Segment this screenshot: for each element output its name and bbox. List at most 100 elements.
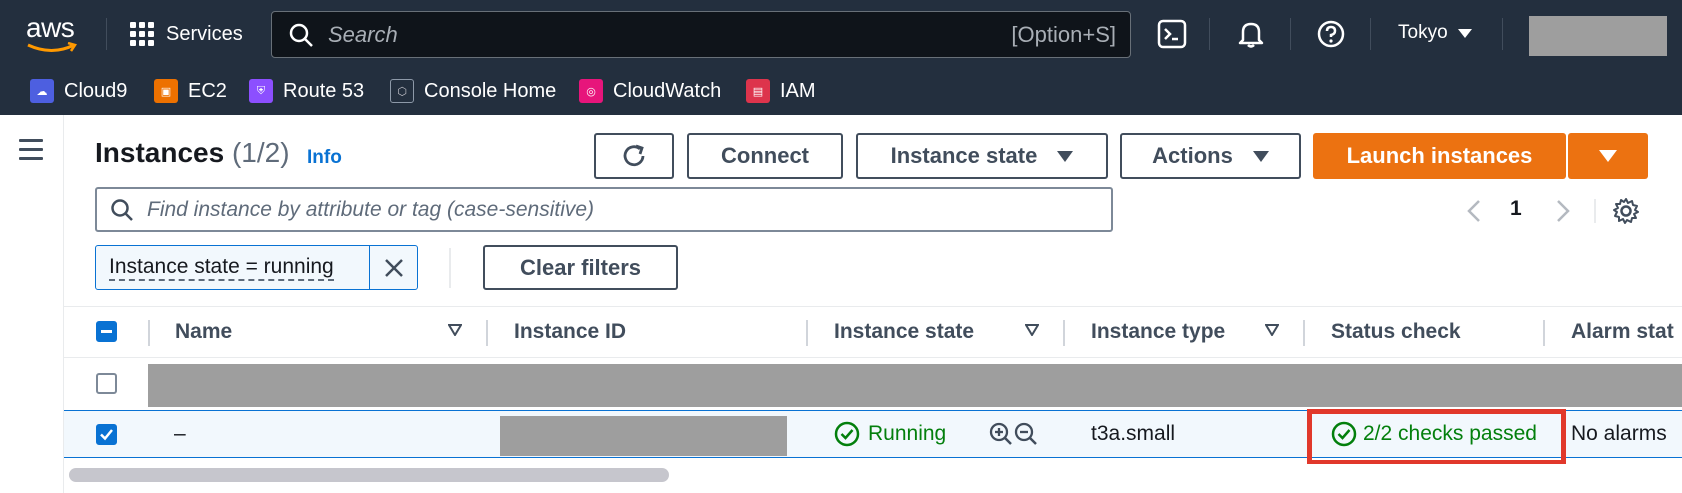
region-selector[interactable]: Tokyo	[1398, 22, 1472, 44]
redacted-table-row[interactable]	[148, 364, 1682, 407]
refresh-icon	[623, 144, 645, 167]
clear-filters-button[interactable]: Clear filters	[483, 245, 678, 290]
filter-placeholder: Find instance by attribute or tag (case-…	[147, 197, 595, 221]
services-menu-button[interactable]: Services	[130, 18, 243, 50]
launch-options-dropdown[interactable]	[1568, 133, 1648, 179]
sort-icon[interactable]	[1025, 324, 1039, 336]
caret-down-icon	[1057, 150, 1074, 162]
favorite-cloudwatch[interactable]: ◎ CloudWatch	[579, 78, 721, 104]
page-title-text: Instances	[95, 137, 225, 168]
zoom-in-icon[interactable]	[988, 421, 1014, 447]
clear-filters-label: Clear filters	[519, 254, 642, 280]
current-page-number[interactable]: 1	[1510, 197, 1522, 221]
favorite-route53[interactable]: ⛨ Route 53	[249, 78, 364, 104]
instance-filter-input[interactable]: Find instance by attribute or tag (case-…	[95, 187, 1113, 232]
remove-filter-button[interactable]	[369, 246, 417, 289]
cell-instance-id-redacted[interactable]	[500, 416, 787, 456]
page-title: Instances (1/2)	[95, 137, 290, 169]
horizontal-scrollbar-thumb[interactable]	[69, 468, 669, 482]
column-divider[interactable]	[486, 320, 488, 346]
column-divider[interactable]	[1063, 320, 1065, 346]
sort-icon[interactable]	[448, 324, 462, 336]
column-header-alarm-status[interactable]: Alarm stat	[1571, 320, 1674, 344]
caret-down-icon	[1599, 150, 1617, 162]
favorite-label: Route 53	[283, 79, 365, 102]
column-divider[interactable]	[1543, 320, 1545, 346]
column-header-name[interactable]: Name	[175, 320, 232, 344]
column-header-instance-type[interactable]: Instance type	[1091, 320, 1225, 344]
caret-down-icon	[1457, 28, 1472, 38]
instance-state-label: Instance state	[890, 143, 1038, 168]
launch-instances-label: Launch instances	[1346, 143, 1533, 168]
success-check-icon	[834, 421, 860, 447]
sort-icon[interactable]	[1265, 324, 1279, 336]
services-grid-icon	[130, 22, 154, 46]
column-header-status-check[interactable]: Status check	[1331, 320, 1461, 344]
iam-icon: ▤	[746, 79, 770, 103]
help-icon[interactable]	[1316, 19, 1346, 49]
column-divider[interactable]	[1303, 320, 1305, 346]
actions-dropdown[interactable]: Actions	[1120, 133, 1301, 179]
pager-divider	[1594, 199, 1596, 223]
favorite-label: IAM	[780, 79, 816, 102]
notifications-bell-icon[interactable]	[1236, 19, 1266, 49]
favorite-cloud9[interactable]: ☁ Cloud9	[30, 78, 127, 104]
connect-button[interactable]: Connect	[687, 133, 843, 179]
indeterminate-icon	[101, 330, 112, 333]
nav-divider	[1209, 18, 1210, 50]
aws-logo[interactable]: aws	[26, 14, 80, 54]
nav-divider	[1502, 18, 1503, 50]
refresh-button[interactable]	[594, 133, 674, 179]
zoom-out-icon[interactable]	[1013, 421, 1039, 447]
next-page-icon[interactable]	[1552, 198, 1574, 224]
nav-divider	[106, 18, 107, 50]
favorite-console-home[interactable]: ⬡ Console Home	[390, 78, 556, 104]
checkmark-icon	[100, 429, 113, 441]
favorite-label: EC2	[188, 79, 227, 102]
column-header-instance-id[interactable]: Instance ID	[514, 320, 626, 344]
cloudshell-icon[interactable]	[1157, 19, 1187, 49]
favorite-ec2[interactable]: ▣ EC2	[154, 78, 227, 104]
cell-alarm-status: No alarms	[1571, 422, 1667, 445]
actions-label: Actions	[1152, 143, 1233, 168]
cloudwatch-icon: ◎	[579, 79, 603, 103]
aws-smile-icon	[27, 42, 77, 52]
settings-gear-icon[interactable]	[1612, 197, 1640, 225]
global-search-input[interactable]: Search [Option+S]	[271, 11, 1131, 58]
highlight-annotation-box	[1307, 409, 1566, 465]
caret-down-icon	[1252, 150, 1269, 162]
connect-label: Connect	[721, 143, 809, 168]
cell-instance-type: t3a.small	[1091, 422, 1176, 445]
cube-icon: ⬡	[390, 79, 414, 103]
menu-hamburger-icon[interactable]	[19, 139, 43, 160]
filter-token[interactable]: Instance state = running	[95, 245, 418, 290]
column-divider	[148, 320, 150, 346]
info-link[interactable]: Info	[307, 147, 342, 169]
favorite-label: Console Home	[424, 79, 557, 102]
instance-state-dropdown[interactable]: Instance state	[856, 133, 1108, 179]
previous-page-icon[interactable]	[1463, 198, 1485, 224]
region-label: Tokyo	[1398, 22, 1448, 43]
side-navigation-rail	[0, 115, 64, 493]
cloud9-icon: ☁	[30, 79, 54, 103]
select-all-checkbox[interactable]	[96, 321, 117, 342]
selection-count: (1/2)	[231, 137, 290, 168]
services-label: Services	[166, 22, 243, 45]
cell-name: –	[174, 422, 186, 445]
filter-divider	[449, 248, 451, 288]
favorite-iam[interactable]: ▤ IAM	[746, 78, 816, 104]
favorite-label: Cloud9	[64, 79, 128, 102]
filter-token-label: Instance state = running	[109, 255, 334, 281]
search-icon	[289, 23, 313, 47]
route53-icon: ⛨	[249, 79, 273, 103]
launch-instances-button[interactable]: Launch instances	[1313, 133, 1566, 179]
column-divider[interactable]	[806, 320, 808, 346]
column-header-instance-state[interactable]: Instance state	[834, 320, 974, 344]
row-checkbox-checked[interactable]	[96, 424, 117, 445]
account-menu-redacted[interactable]	[1529, 16, 1667, 56]
ec2-icon: ▣	[154, 79, 178, 103]
row-checkbox[interactable]	[96, 373, 117, 394]
search-placeholder: Search	[328, 21, 398, 47]
instance-state-value: Running	[868, 422, 947, 445]
close-icon	[384, 258, 403, 277]
